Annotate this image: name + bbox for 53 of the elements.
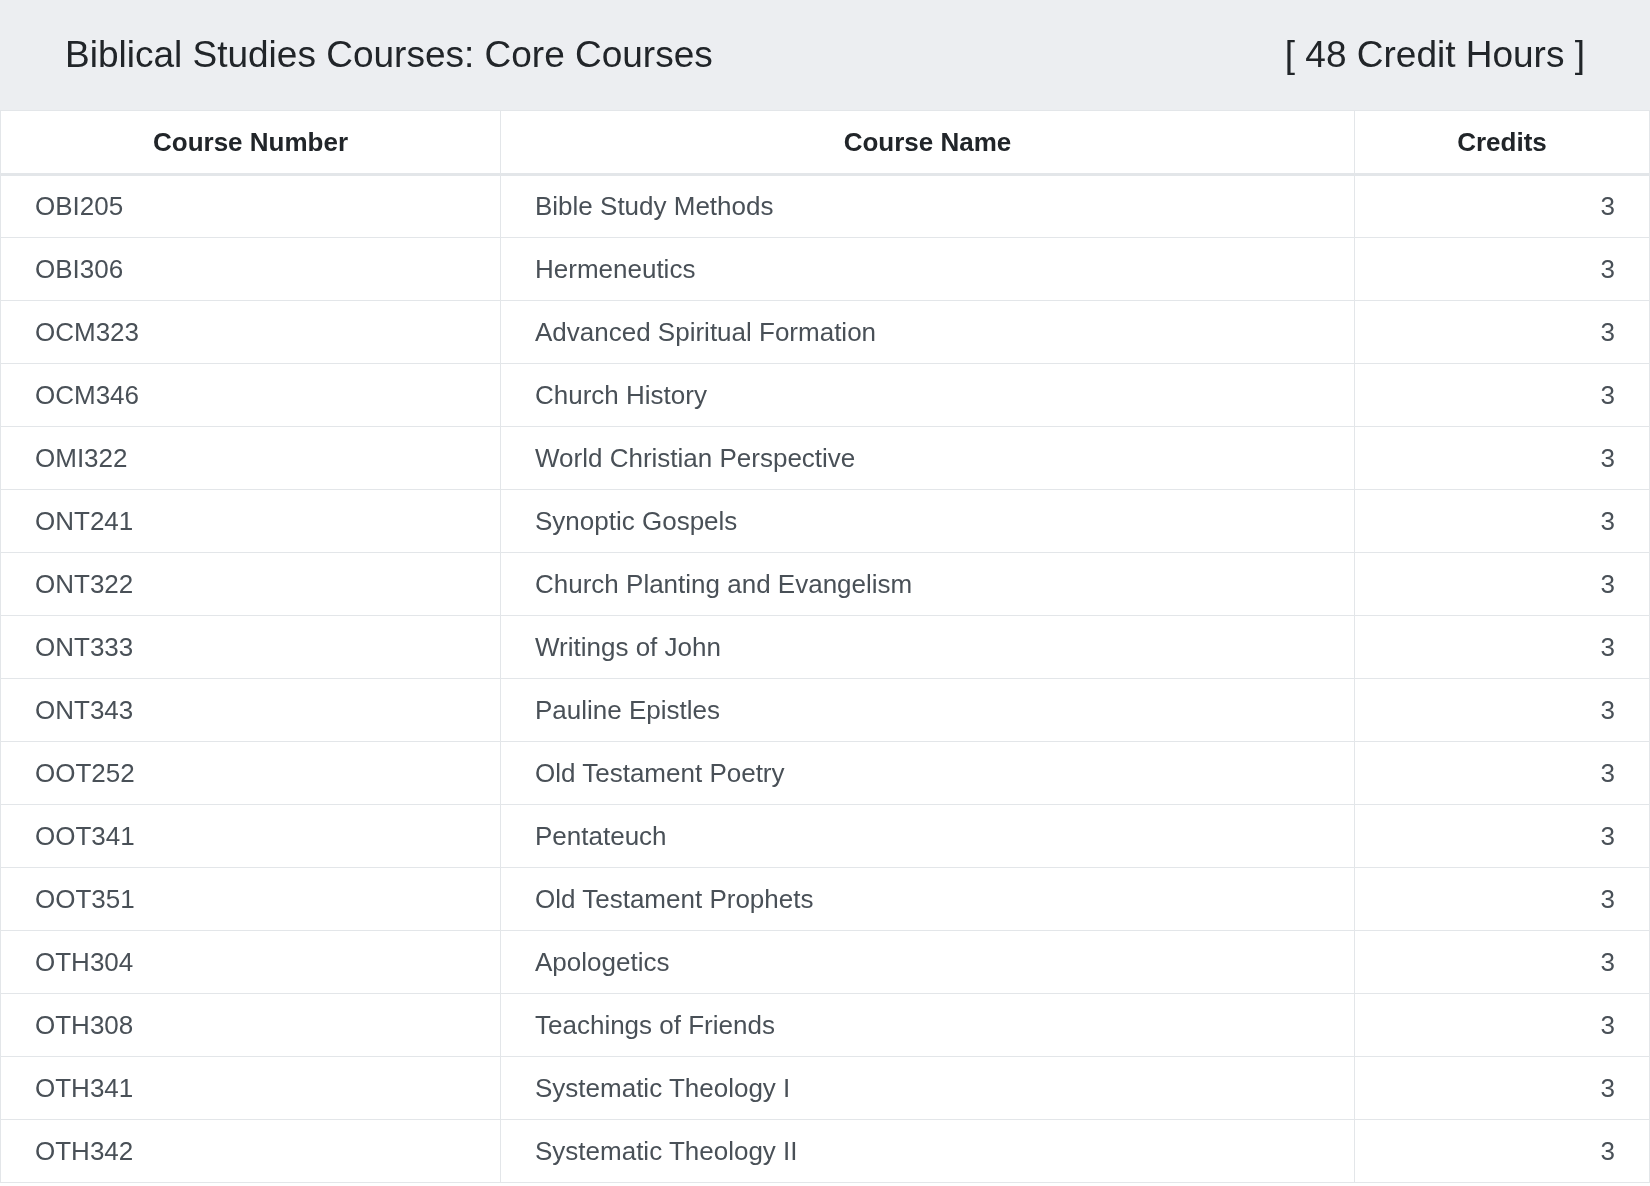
credits-cell: 3 bbox=[1354, 993, 1650, 1057]
course-number-cell: OOT252 bbox=[0, 741, 501, 805]
course-number-cell: OOT351 bbox=[0, 867, 501, 931]
credits-cell: 3 bbox=[1354, 867, 1650, 931]
course-name-cell: Synoptic Gospels bbox=[500, 489, 1355, 553]
course-name-cell: Systematic Theology I bbox=[500, 1056, 1355, 1120]
column-header: Course Name bbox=[500, 110, 1355, 175]
credits-cell: 3 bbox=[1354, 741, 1650, 805]
course-number-cell: OTH342 bbox=[0, 1119, 501, 1183]
credit-hours: [ 48 Credit Hours ] bbox=[1284, 34, 1585, 76]
course-name-cell: Writings of John bbox=[500, 615, 1355, 679]
course-number-cell: ONT333 bbox=[0, 615, 501, 679]
course-name-cell: Apologetics bbox=[500, 930, 1355, 994]
course-name-cell: Hermeneutics bbox=[500, 237, 1355, 301]
credits-cell: 3 bbox=[1354, 489, 1650, 553]
course-name-cell: Bible Study Methods bbox=[500, 174, 1355, 238]
credits-cell: 3 bbox=[1354, 426, 1650, 490]
credits-cell: 3 bbox=[1354, 300, 1650, 364]
course-number-cell: OOT341 bbox=[0, 804, 501, 868]
course-number-cell: OCM346 bbox=[0, 363, 501, 427]
credits-cell: 3 bbox=[1354, 615, 1650, 679]
credits-cell: 3 bbox=[1354, 552, 1650, 616]
course-number-cell: OTH341 bbox=[0, 1056, 501, 1120]
credits-cell: 3 bbox=[1354, 174, 1650, 238]
credits-cell: 3 bbox=[1354, 678, 1650, 742]
column-header: Credits bbox=[1354, 110, 1650, 175]
course-number-cell: OTH308 bbox=[0, 993, 501, 1057]
credits-cell: 3 bbox=[1354, 363, 1650, 427]
course-name-cell: Systematic Theology II bbox=[500, 1119, 1355, 1183]
course-name-cell: Teachings of Friends bbox=[500, 993, 1355, 1057]
course-number-cell: OMI322 bbox=[0, 426, 501, 490]
course-name-cell: Pauline Epistles bbox=[500, 678, 1355, 742]
course-number-cell: OBI306 bbox=[0, 237, 501, 301]
course-number-cell: OCM323 bbox=[0, 300, 501, 364]
column-header: Course Number bbox=[0, 110, 501, 175]
course-number-cell: OTH304 bbox=[0, 930, 501, 994]
course-name-cell: Advanced Spiritual Formation bbox=[500, 300, 1355, 364]
page-title: Biblical Studies Courses: Core Courses bbox=[65, 34, 713, 76]
course-name-cell: World Christian Perspective bbox=[500, 426, 1355, 490]
course-number-cell: OBI205 bbox=[0, 174, 501, 238]
course-name-cell: Church Planting and Evangelism bbox=[500, 552, 1355, 616]
credits-cell: 3 bbox=[1354, 237, 1650, 301]
course-name-cell: Old Testament Poetry bbox=[500, 741, 1355, 805]
course-number-cell: ONT322 bbox=[0, 552, 501, 616]
course-name-cell: Church History bbox=[500, 363, 1355, 427]
credits-cell: 3 bbox=[1354, 804, 1650, 868]
credits-cell: 3 bbox=[1354, 1056, 1650, 1120]
course-number-cell: ONT343 bbox=[0, 678, 501, 742]
credits-cell: 3 bbox=[1354, 930, 1650, 994]
course-name-cell: Old Testament Prophets bbox=[500, 867, 1355, 931]
course-number-cell: ONT241 bbox=[0, 489, 501, 553]
course-name-cell: Pentateuch bbox=[500, 804, 1355, 868]
credits-cell: 3 bbox=[1354, 1119, 1650, 1183]
